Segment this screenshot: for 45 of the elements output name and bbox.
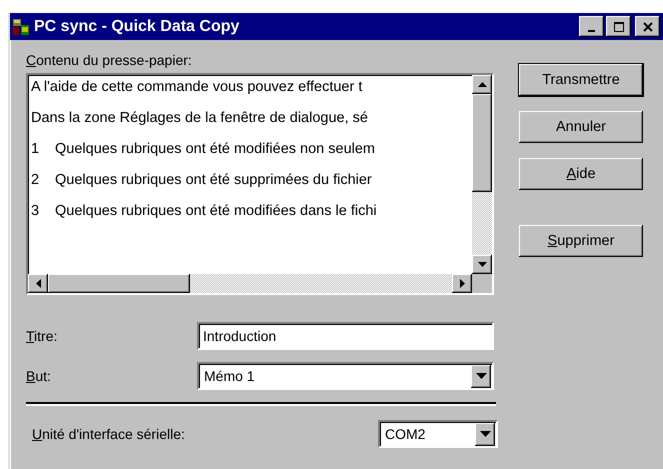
horizontal-scrollbar[interactable] — [28, 274, 472, 293]
app-icon — [12, 18, 30, 36]
scroll-left-button[interactable] — [28, 274, 48, 293]
maximize-icon — [612, 20, 626, 32]
down-arrow-icon — [476, 373, 486, 379]
scrollbar-corner — [472, 274, 492, 293]
scroll-down-button[interactable] — [472, 255, 492, 274]
purpose-dropdown[interactable]: Mémo 1 — [197, 362, 494, 390]
field-label: Titre: — [26, 328, 58, 344]
dialog-button[interactable]: Annuler — [519, 111, 643, 143]
port-dropdown[interactable]: COM2 — [378, 420, 498, 448]
right-arrow-icon — [460, 279, 464, 288]
field-label: Contenu du presse-papier: — [26, 52, 193, 68]
line-number: 3 — [31, 202, 40, 220]
close-button[interactable] — [635, 16, 660, 37]
minimize-button[interactable] — [579, 16, 604, 37]
line-number: 1 — [31, 140, 40, 158]
vertical-scrollbar[interactable] — [472, 75, 492, 274]
down-arrow-icon — [478, 262, 486, 267]
dropdown-button[interactable] — [471, 364, 491, 388]
line-number: 2 — [31, 171, 40, 189]
list-line: Quelques rubriques ont été supprimées du fichier — [55, 171, 372, 189]
maximize-button[interactable] — [606, 16, 631, 37]
title-input[interactable]: Introduction — [197, 322, 494, 350]
dialog-button[interactable]: Transmettre — [519, 64, 643, 96]
list-line: Quelques rubriques ont été modifiées non seulem — [55, 140, 375, 158]
scroll-right-button[interactable] — [452, 274, 472, 293]
scroll-thumb[interactable] — [48, 274, 190, 293]
clipboard-list[interactable] — [26, 73, 494, 295]
close-icon — [640, 20, 654, 32]
up-arrow-icon — [478, 82, 486, 87]
down-arrow-icon — [480, 431, 490, 437]
list-line: A l'aide de cette commande vous pouvez effectuer t — [31, 78, 362, 96]
left-arrow-icon — [36, 279, 40, 288]
list-line: Quelques rubriques ont été modifiées dans le fichi — [55, 202, 377, 220]
window-title: PC sync - Quick Data Copy — [34, 18, 240, 36]
list-line: Dans la zone Réglages de la fenêtre de dialogue, sé — [31, 109, 368, 127]
dialog-button[interactable]: Supprimer — [519, 225, 643, 257]
dialog-button[interactable]: Aide — [519, 158, 643, 190]
scroll-thumb[interactable] — [472, 94, 492, 192]
field-label: But: — [26, 368, 52, 384]
dropdown-button[interactable] — [475, 422, 495, 446]
field-label: Unité d'interface sérielle: — [32, 426, 185, 442]
minimize-icon — [588, 30, 595, 32]
scroll-up-button[interactable] — [472, 75, 492, 94]
